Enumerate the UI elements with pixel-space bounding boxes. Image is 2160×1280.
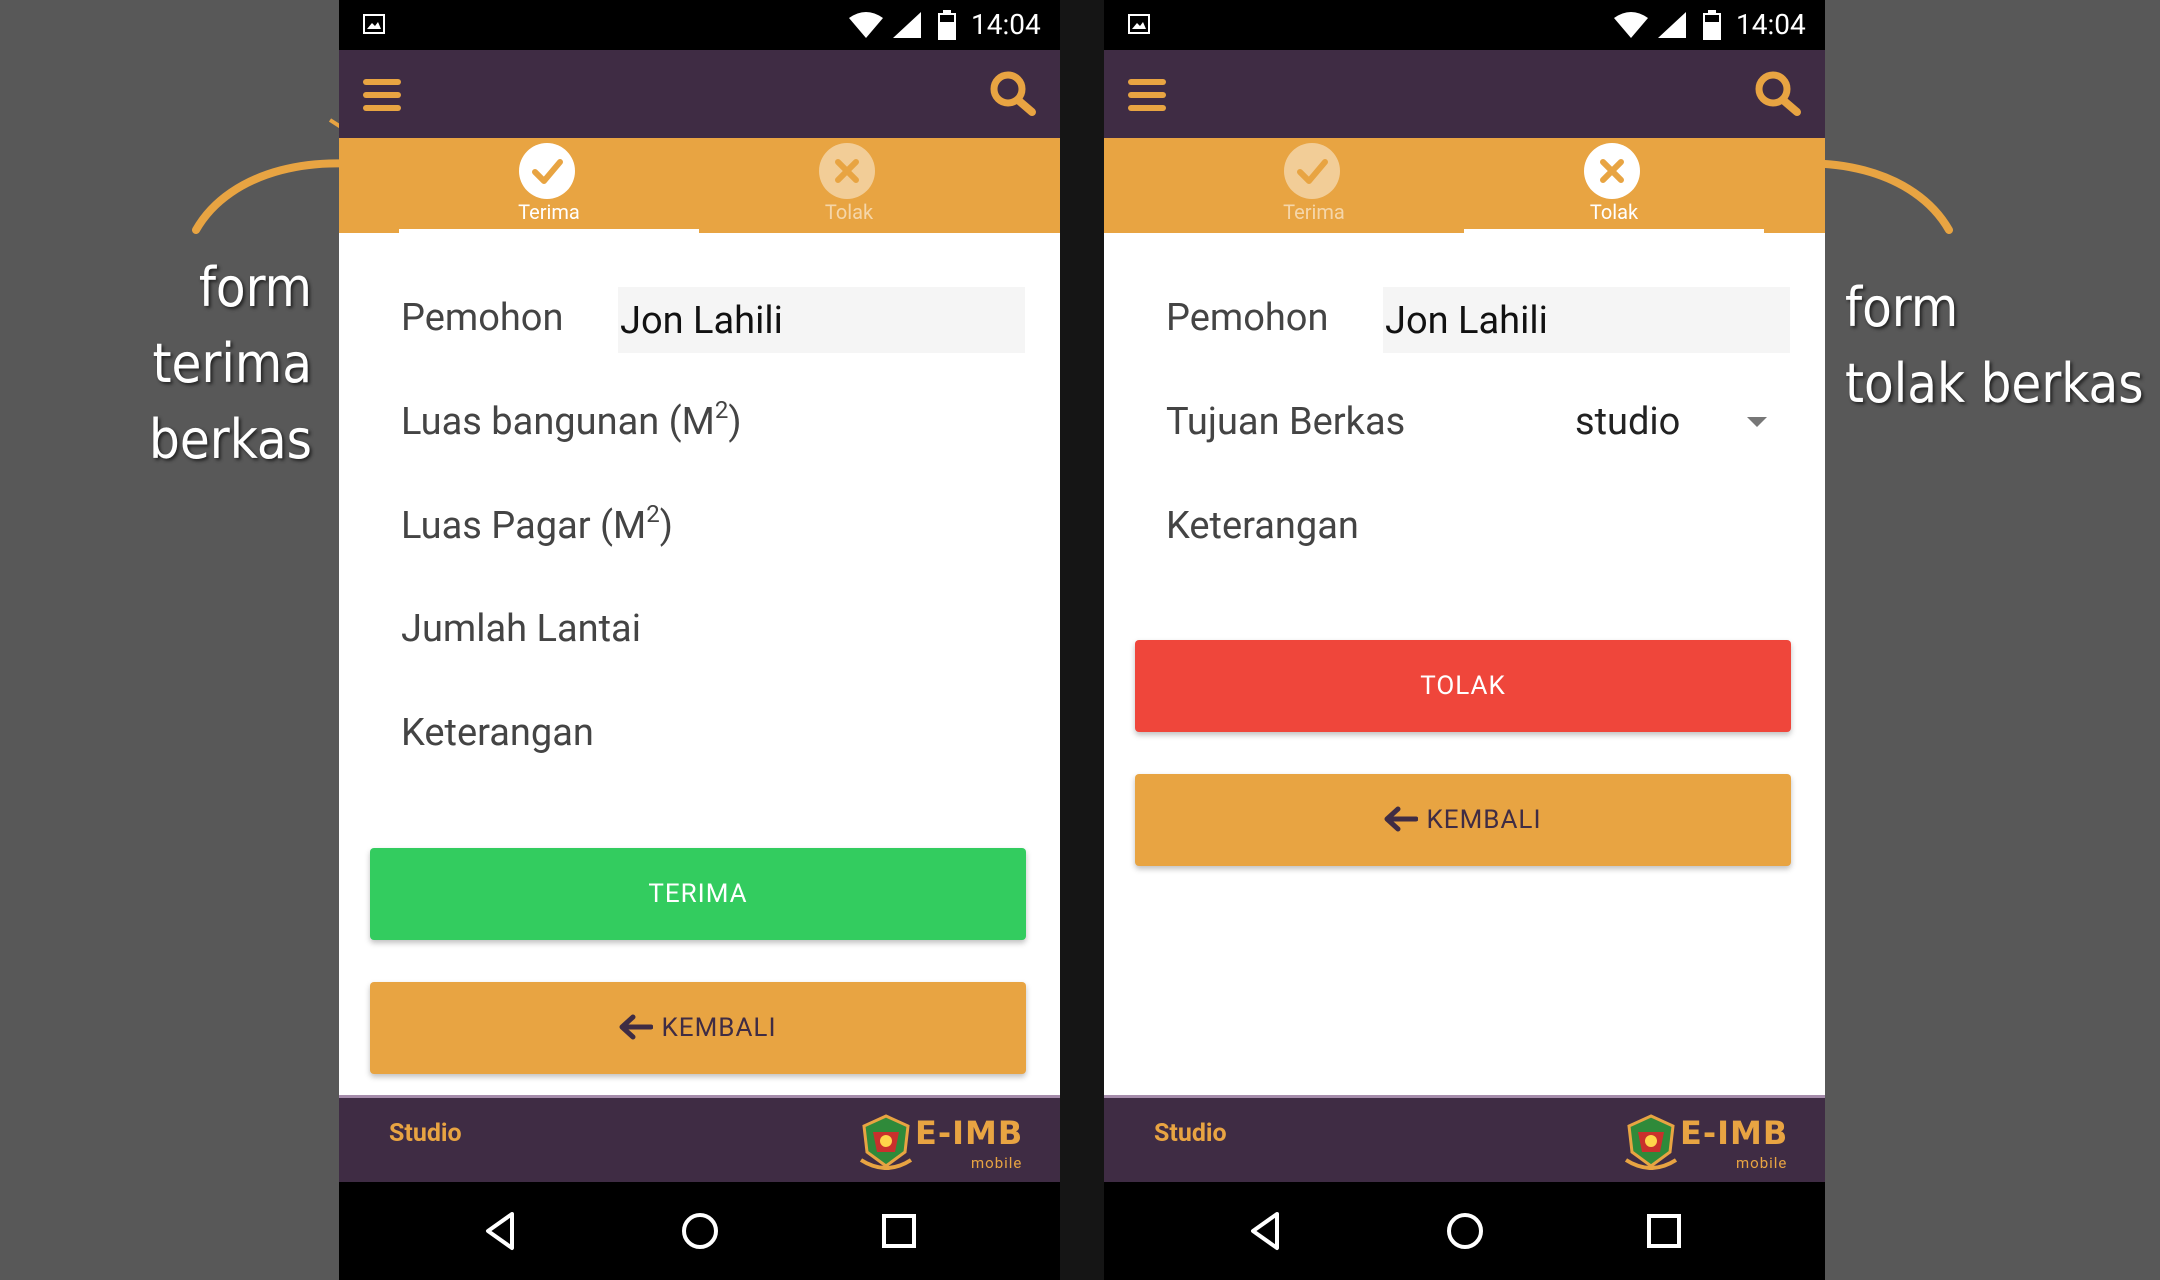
logo-text: E-IMB	[915, 1114, 1024, 1152]
back-nav-icon[interactable]	[480, 1210, 522, 1252]
clock: 14:04	[1736, 8, 1806, 41]
label-superscript: 2	[646, 500, 660, 528]
label-text: )	[728, 400, 742, 444]
crest-icon	[1624, 1114, 1678, 1170]
arrow-left-icon	[1384, 806, 1419, 832]
label-text: Luas Pagar (M	[401, 504, 647, 548]
system-nav-bar	[339, 1182, 1060, 1280]
annotation-line: form	[198, 256, 312, 319]
kembali-button[interactable]: KEMBALI	[1135, 774, 1791, 866]
clock: 14:04	[971, 8, 1041, 41]
battery-icon	[938, 10, 956, 40]
annotation-line: terima berkas	[149, 332, 312, 471]
status-bar: 14:04	[1104, 0, 1825, 50]
app-bar	[1104, 50, 1825, 138]
check-icon	[1284, 143, 1340, 199]
pemohon-field[interactable]: Jon Lahili	[1383, 287, 1790, 353]
tab-terima[interactable]: Terima	[399, 138, 699, 233]
logo-text: E-IMB	[1680, 1114, 1789, 1152]
close-icon	[1584, 143, 1640, 199]
annotation-line: form	[1845, 276, 1959, 339]
menu-icon[interactable]	[1128, 78, 1166, 112]
tab-indicator	[1464, 229, 1764, 233]
label-text: )	[659, 504, 673, 548]
tab-label: Terima	[1283, 200, 1345, 224]
close-icon	[819, 143, 875, 199]
recents-nav-icon[interactable]	[878, 1210, 920, 1252]
footer-studio: Studio	[389, 1119, 462, 1148]
jumlah-lantai-label: Jumlah Lantai	[401, 607, 641, 651]
app-bar	[339, 50, 1060, 138]
terima-button[interactable]: TERIMA	[370, 848, 1026, 940]
status-bar: 14:04	[339, 0, 1060, 50]
search-icon[interactable]	[1754, 70, 1802, 116]
home-nav-icon[interactable]	[679, 1210, 721, 1252]
pemohon-label: Pemohon	[401, 296, 564, 340]
tab-indicator	[399, 229, 699, 233]
battery-icon	[1703, 10, 1721, 40]
annotation-line: tolak berkas	[1845, 352, 2144, 415]
image-notification-icon	[363, 14, 385, 34]
logo-subtext: mobile	[1736, 1154, 1788, 1172]
kembali-label: KEMBALI	[1426, 805, 1542, 835]
eimb-logo: E-IMB mobile	[1624, 1114, 1814, 1174]
wifi-icon	[1614, 12, 1648, 38]
tab-tolak[interactable]: Tolak	[1464, 138, 1764, 233]
tab-bar: Terima Tolak	[1104, 138, 1825, 233]
system-nav-bar	[1104, 1182, 1825, 1280]
divider	[1059, 0, 1104, 1280]
dropdown-value: studio	[1575, 400, 1681, 444]
tab-label: Terima	[518, 200, 580, 224]
tab-label: Tolak	[824, 200, 874, 224]
annotation-terima: form terima berkas	[10, 250, 312, 478]
luas-pagar-label: Luas Pagar (M2)	[401, 500, 673, 548]
tab-tolak[interactable]: Tolak	[699, 138, 999, 233]
phone-terima: 14:04 Terima Tolak Pemohon Jon Lahili Lu…	[339, 0, 1060, 1280]
keterangan-label: Keterangan	[401, 711, 594, 755]
image-notification-icon	[1128, 14, 1150, 34]
signal-icon	[1658, 12, 1686, 38]
tab-bar: Terima Tolak	[339, 138, 1060, 233]
logo-subtext: mobile	[971, 1154, 1023, 1172]
tujuan-berkas-dropdown[interactable]: studio	[1575, 400, 1785, 450]
tolak-button[interactable]: TOLAK	[1135, 640, 1791, 732]
recents-nav-icon[interactable]	[1643, 1210, 1685, 1252]
pemohon-field[interactable]: Jon Lahili	[618, 287, 1025, 353]
kembali-button[interactable]: KEMBALI	[370, 982, 1026, 1074]
wifi-icon	[849, 12, 883, 38]
signal-icon	[893, 12, 921, 38]
crest-icon	[859, 1114, 913, 1170]
tujuan-berkas-label: Tujuan Berkas	[1166, 400, 1406, 444]
footer: Studio E-IMB mobile	[1104, 1095, 1825, 1182]
arrow-left-icon	[619, 1014, 654, 1040]
eimb-logo: E-IMB mobile	[859, 1114, 1049, 1174]
tab-terima[interactable]: Terima	[1164, 138, 1464, 233]
menu-icon[interactable]	[363, 78, 401, 112]
check-icon	[519, 143, 575, 199]
search-icon[interactable]	[989, 70, 1037, 116]
tab-label: Tolak	[1589, 200, 1639, 224]
footer-studio: Studio	[1154, 1119, 1227, 1148]
kembali-label: KEMBALI	[661, 1013, 777, 1043]
home-nav-icon[interactable]	[1444, 1210, 1486, 1252]
label-superscript: 2	[714, 396, 729, 424]
pemohon-label: Pemohon	[1166, 296, 1329, 340]
footer: Studio E-IMB mobile	[339, 1095, 1060, 1182]
dropdown-caret-icon	[1747, 417, 1767, 427]
label-text: Luas bangunan (M	[401, 400, 715, 444]
luas-bangunan-label: Luas bangunan (M2)	[401, 396, 742, 444]
annotation-tolak: form tolak berkas	[1845, 270, 2155, 422]
phone-tolak: 14:04 Terima Tolak Pemohon Jon Lahili Tu…	[1104, 0, 1825, 1280]
back-nav-icon[interactable]	[1245, 1210, 1287, 1252]
keterangan-label: Keterangan	[1166, 504, 1359, 548]
